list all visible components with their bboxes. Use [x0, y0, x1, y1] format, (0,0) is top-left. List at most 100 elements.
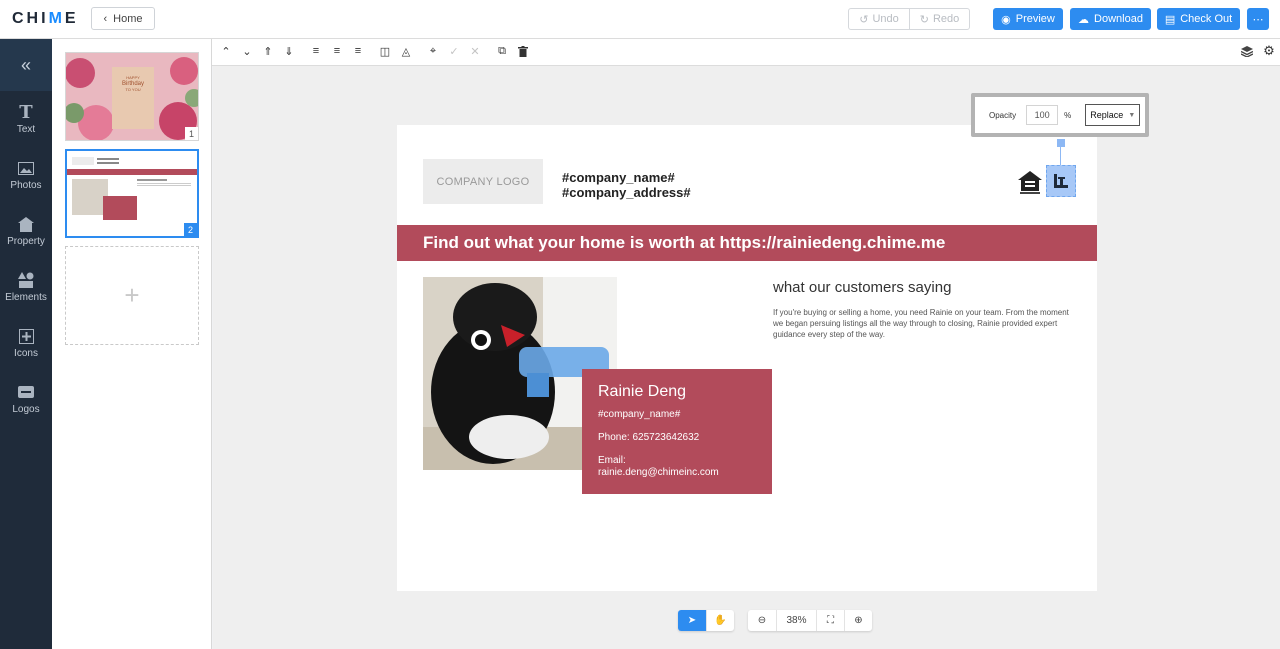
page-number: 1: [185, 127, 198, 140]
redo-button[interactable]: ↻ Redo: [909, 9, 969, 29]
nav-label: Logos: [12, 404, 40, 415]
preview-button[interactable]: ◉ Preview: [993, 8, 1063, 30]
company-info[interactable]: #company_name# #company_address#: [562, 170, 691, 200]
company-name: #company_name#: [562, 170, 675, 185]
testimonial-body[interactable]: If you're buying or selling a home, you …: [773, 307, 1073, 340]
opacity-label: Opacity: [989, 110, 1017, 120]
realtor-icon: [1054, 174, 1068, 188]
icons-icon: [18, 327, 34, 345]
nav-label: Icons: [14, 348, 38, 359]
layers-icon[interactable]: [1240, 44, 1254, 58]
close-icon[interactable]: ✕: [468, 44, 482, 58]
agent-email-block: Email: rainie.deng@chimeinc.com: [598, 455, 756, 479]
top-bar: CHIME ‹ Home ↺ Undo ↻ Redo ◉ Preview ☁ Downl…: [0, 0, 1280, 39]
align-right-icon[interactable]: ≡: [351, 44, 365, 58]
nav-item-elements[interactable]: Elements: [0, 259, 52, 315]
page-number: 2: [184, 223, 197, 236]
zoom-in-icon[interactable]: ⊕: [844, 610, 872, 631]
collapse-button[interactable]: «: [0, 39, 52, 91]
nav-item-text[interactable]: T Text: [0, 91, 52, 147]
tool-mode-group: ➤ ✋: [678, 610, 734, 631]
thumb-line3: TO YOU: [125, 87, 141, 92]
preview-label: Preview: [1015, 13, 1055, 25]
photos-icon: [18, 159, 34, 177]
zoom-controls: ⊖ 38% ⛶ ⊕: [748, 610, 872, 631]
page-thumbnail-2[interactable]: 2: [65, 149, 199, 238]
flyer-page[interactable]: COMPANY LOGO #company_name# #company_add…: [397, 125, 1097, 591]
flip-vertical-icon[interactable]: ◬: [399, 44, 413, 58]
flip-horizontal-icon[interactable]: ◫: [378, 44, 392, 58]
cloud-download-icon: ☁: [1078, 13, 1090, 26]
flyer-preview: [67, 151, 197, 236]
align-center-icon[interactable]: ≡: [330, 44, 344, 58]
download-button[interactable]: ☁ Download: [1070, 8, 1151, 30]
blend-mode-select[interactable]: Replace ▼: [1085, 104, 1141, 126]
banner[interactable]: Find out what your home is worth at http…: [397, 225, 1097, 261]
agent-company: #company_name#: [598, 409, 681, 420]
check-icon[interactable]: ✓: [447, 44, 461, 58]
eye-icon: ◉: [1001, 13, 1011, 26]
company-address: #company_address#: [562, 185, 691, 200]
nav-item-property[interactable]: Property: [0, 203, 52, 259]
pages-panel: HAPPY Birthday TO YOU 1 2 +: [52, 39, 212, 649]
opacity-input[interactable]: 100: [1026, 105, 1059, 125]
selected-realtor-icon[interactable]: [1046, 165, 1076, 197]
double-chevron-left-icon: «: [20, 54, 31, 75]
caret-down-icon: ▼: [1128, 111, 1136, 119]
align-left-icon[interactable]: ≡: [309, 44, 323, 58]
rotate-handle-line: [1060, 147, 1061, 165]
page-thumbnail-1[interactable]: HAPPY Birthday TO YOU 1: [65, 52, 199, 141]
nav-item-photos[interactable]: Photos: [0, 147, 52, 203]
nav-label: Photos: [10, 180, 42, 191]
zoom-out-icon[interactable]: ⊖: [748, 610, 776, 631]
logos-icon: [18, 383, 34, 401]
checkout-button[interactable]: ▤ Check Out: [1157, 8, 1240, 30]
thumb-card-text: HAPPY Birthday TO YOU: [112, 75, 154, 93]
hand-tool-button[interactable]: ✋: [706, 610, 734, 631]
logo-text-start: CHI: [12, 10, 49, 27]
rotate-handle[interactable]: [1057, 139, 1065, 147]
company-logo-placeholder[interactable]: COMPANY LOGO: [423, 159, 543, 204]
more-button[interactable]: ⋯: [1247, 8, 1269, 30]
nav-item-icons[interactable]: Icons: [0, 315, 52, 371]
text-icon: T: [19, 101, 33, 123]
agent-email-label: Email:: [598, 455, 626, 466]
download-label: Download: [1094, 13, 1143, 25]
trash-icon[interactable]: [516, 44, 530, 58]
send-to-back-icon[interactable]: ⇓: [282, 44, 296, 58]
elements-icon: [18, 271, 34, 289]
home-button[interactable]: ‹ Home: [91, 7, 155, 30]
equal-housing-icon[interactable]: [1017, 169, 1043, 195]
add-page-button[interactable]: +: [65, 246, 199, 345]
agent-phone: Phone: 625723642632: [598, 432, 700, 443]
agent-email: rainie.deng@chimeinc.com: [598, 467, 719, 478]
checkout-label: Check Out: [1180, 13, 1233, 25]
undo-label: Undo: [872, 13, 899, 25]
home-label: Home: [113, 12, 143, 25]
redo-icon: ↻: [919, 13, 929, 26]
fit-screen-icon[interactable]: ⛶: [816, 610, 844, 631]
nav-label: Elements: [5, 292, 47, 303]
design-canvas[interactable]: COMPANY LOGO #company_name# #company_add…: [213, 66, 1280, 649]
testimonial-title[interactable]: what our customers saying: [773, 279, 951, 296]
blend-mode-value: Replace: [1090, 110, 1124, 120]
property-icon: [18, 215, 34, 233]
edit-toolbar: ⌃ ⌄ ⇑ ⇓ ≡ ≡ ≡ ◫ ◬ ⌖ ✓ ✕ ⧉ ⚙: [212, 39, 1280, 66]
crop-icon[interactable]: ⌖: [426, 44, 440, 58]
pointer-tool-button[interactable]: ➤: [678, 610, 706, 631]
nav-item-logos[interactable]: Logos: [0, 371, 52, 427]
agent-name: Rainie Deng: [598, 383, 687, 400]
move-up-icon[interactable]: ⌃: [219, 44, 233, 58]
gear-icon[interactable]: ⚙: [1262, 43, 1276, 58]
duplicate-icon[interactable]: ⧉: [495, 44, 509, 58]
move-down-icon[interactable]: ⌄: [240, 44, 254, 58]
chime-logo[interactable]: CHIME: [12, 10, 79, 28]
nav-label: Text: [16, 124, 36, 135]
redo-label: Redo: [932, 13, 960, 25]
bring-to-front-icon[interactable]: ⇑: [261, 44, 275, 58]
agent-card[interactable]: Rainie Deng #company_name# Phone: 625723…: [582, 369, 772, 494]
zoom-level: 38%: [776, 610, 816, 631]
undo-button[interactable]: ↺ Undo: [849, 9, 909, 29]
opacity-unit: %: [1064, 110, 1072, 120]
nav-label: Property: [7, 236, 45, 247]
